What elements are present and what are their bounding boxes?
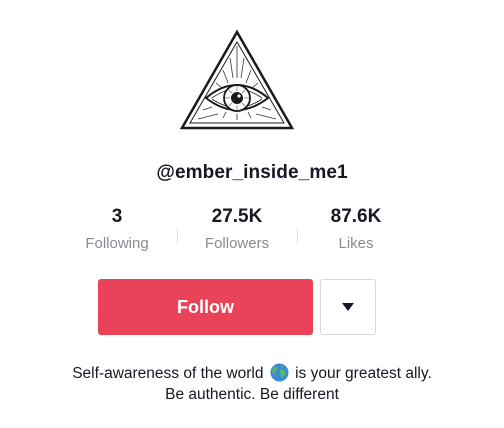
stats-divider xyxy=(297,228,298,244)
globe-icon xyxy=(270,363,289,382)
stat-likes: 87.6K Likes xyxy=(301,205,411,253)
stat-followers[interactable]: 27.5K Followers xyxy=(182,205,292,253)
likes-label: Likes xyxy=(338,235,374,252)
profile-avatar[interactable] xyxy=(178,28,296,132)
stats-divider xyxy=(177,228,178,244)
follow-button[interactable]: Follow xyxy=(98,279,313,335)
profile-handle: @ember_inside_me1 xyxy=(156,162,348,183)
bio-line-2: Be authentic. Be different xyxy=(165,386,339,403)
profile-bio: Self-awareness of the world is your grea… xyxy=(0,363,504,405)
bio-text: Self-awareness of the world xyxy=(72,365,264,382)
followers-label: Followers xyxy=(204,235,270,252)
more-options-button[interactable] xyxy=(320,279,376,335)
all-seeing-eye-triangle-icon xyxy=(179,29,295,130)
caret-down-icon xyxy=(342,303,354,311)
bio-text: is your greatest ally. xyxy=(295,365,432,382)
followers-count: 27.5K xyxy=(211,206,263,227)
following-count: 3 xyxy=(111,206,123,227)
following-label: Following xyxy=(85,235,149,252)
stat-following[interactable]: 3 Following xyxy=(62,205,172,253)
bio-line-1: Self-awareness of the world is your grea… xyxy=(0,363,504,384)
profile-stats: 3 Following 27.5K Followers 87.6K Likes xyxy=(0,205,504,265)
likes-count: 87.6K xyxy=(330,206,382,227)
